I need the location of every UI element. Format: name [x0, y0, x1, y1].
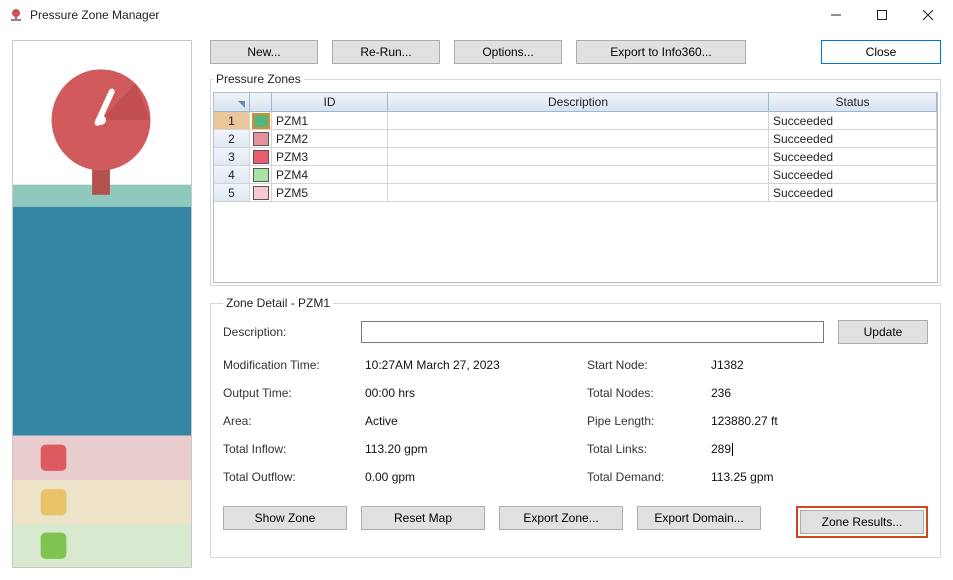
pipelength-value: 123880.27 ft [711, 414, 841, 428]
window-title: Pressure Zone Manager [30, 8, 159, 22]
export-zone-button[interactable]: Export Zone... [499, 506, 623, 530]
modtime-value: 10:27AM March 27, 2023 [365, 358, 583, 372]
maximize-button[interactable] [859, 0, 905, 30]
color-header [250, 93, 272, 111]
row-id[interactable]: PZM1 [272, 112, 388, 129]
description-label: Description: [223, 325, 347, 339]
totalnodes-label: Total Nodes: [587, 386, 707, 400]
show-zone-button[interactable]: Show Zone [223, 506, 347, 530]
table-row[interactable]: 4 PZM4 Succeeded [214, 166, 937, 184]
row-color-swatch[interactable] [250, 130, 272, 147]
table-header: ID Description Status [214, 93, 937, 112]
row-number[interactable]: 1 [214, 112, 250, 129]
app-icon [8, 7, 24, 23]
top-toolbar: New... Re-Run... Options... Export to In… [210, 40, 941, 64]
row-description[interactable] [388, 112, 769, 129]
modtime-label: Modification Time: [223, 358, 361, 372]
pressure-zones-legend: Pressure Zones [213, 72, 304, 86]
row-status[interactable]: Succeeded [769, 184, 937, 201]
close-button[interactable]: Close [821, 40, 941, 64]
row-id[interactable]: PZM5 [272, 184, 388, 201]
row-description[interactable] [388, 166, 769, 183]
zone-results-button[interactable]: Zone Results... [800, 510, 924, 534]
table-row[interactable]: 3 PZM3 Succeeded [214, 148, 937, 166]
new-button[interactable]: New... [210, 40, 318, 64]
row-status[interactable]: Succeeded [769, 112, 937, 129]
rerun-button[interactable]: Re-Run... [332, 40, 440, 64]
zones-table[interactable]: ID Description Status 1 PZM1 Succeeded 2 PZM… [213, 92, 938, 283]
row-color-swatch[interactable] [250, 148, 272, 165]
id-header[interactable]: ID [272, 93, 388, 111]
row-status[interactable]: Succeeded [769, 166, 937, 183]
area-label: Area: [223, 414, 361, 428]
row-description[interactable] [388, 184, 769, 201]
row-description[interactable] [388, 148, 769, 165]
row-number[interactable]: 5 [214, 184, 250, 201]
row-id[interactable]: PZM2 [272, 130, 388, 147]
row-color-swatch[interactable] [250, 184, 272, 201]
update-button[interactable]: Update [838, 320, 928, 344]
outputtime-value: 00:00 hrs [365, 386, 583, 400]
row-id[interactable]: PZM4 [272, 166, 388, 183]
outputtime-label: Output Time: [223, 386, 361, 400]
options-button[interactable]: Options... [454, 40, 562, 64]
row-status[interactable]: Succeeded [769, 130, 937, 147]
startnode-label: Start Node: [587, 358, 707, 372]
description-input[interactable] [361, 321, 824, 343]
totaloutflow-value: 0.00 gpm [365, 470, 583, 484]
sidebar-illustration [12, 40, 192, 568]
table-row[interactable]: 5 PZM5 Succeeded [214, 184, 937, 202]
totaldemand-value: 113.25 gpm [711, 470, 841, 484]
row-number[interactable]: 2 [214, 130, 250, 147]
row-color-swatch[interactable] [250, 112, 272, 129]
totalinflow-label: Total Inflow: [223, 442, 361, 456]
zone-action-toolbar: Show Zone Reset Map Export Zone... Expor… [223, 506, 928, 538]
totaloutflow-label: Total Outflow: [223, 470, 361, 484]
totallinks-value: 289 [711, 442, 841, 456]
row-header-corner[interactable] [214, 93, 250, 111]
table-row[interactable]: 2 PZM2 Succeeded [214, 130, 937, 148]
row-status[interactable]: Succeeded [769, 148, 937, 165]
export-domain-button[interactable]: Export Domain... [637, 506, 761, 530]
totaldemand-label: Total Demand: [587, 470, 707, 484]
startnode-value: J1382 [711, 358, 841, 372]
zone-detail-group: Zone Detail - PZM1 Description: Update M… [210, 296, 941, 558]
row-description[interactable] [388, 130, 769, 147]
totalinflow-value: 113.20 gpm [365, 442, 583, 456]
reset-map-button[interactable]: Reset Map [361, 506, 485, 530]
pressure-zones-group: Pressure Zones ID Description Status 1 PZ… [210, 72, 941, 286]
pipelength-label: Pipe Length: [587, 414, 707, 428]
row-id[interactable]: PZM3 [272, 148, 388, 165]
description-header[interactable]: Description [388, 93, 769, 111]
row-color-swatch[interactable] [250, 166, 272, 183]
row-number[interactable]: 3 [214, 148, 250, 165]
zone-detail-legend: Zone Detail - PZM1 [223, 296, 333, 310]
totalnodes-value: 236 [711, 386, 841, 400]
minimize-button[interactable] [813, 0, 859, 30]
export-info360-button[interactable]: Export to Info360... [576, 40, 746, 64]
area-value: Active [365, 414, 583, 428]
close-window-button[interactable] [905, 0, 951, 30]
titlebar: Pressure Zone Manager [0, 0, 953, 30]
row-number[interactable]: 4 [214, 166, 250, 183]
totallinks-label: Total Links: [587, 442, 707, 456]
zone-results-highlight: Zone Results... [796, 506, 928, 538]
status-header[interactable]: Status [769, 93, 937, 111]
table-row[interactable]: 1 PZM1 Succeeded [214, 112, 937, 130]
